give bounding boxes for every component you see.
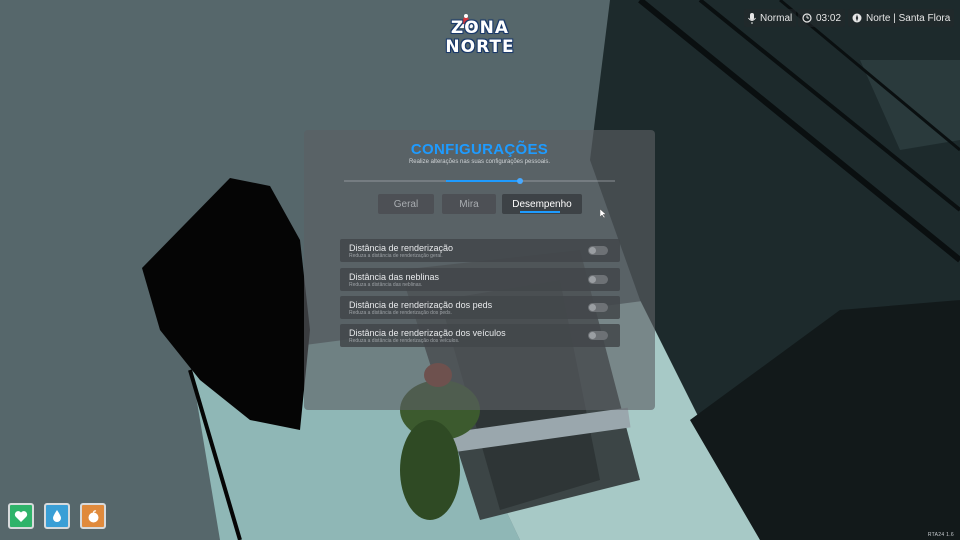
peds-distance-toggle[interactable] [588, 303, 608, 312]
render-distance-toggle[interactable] [588, 246, 608, 255]
toggle-knob [589, 247, 596, 254]
option-render-distance: Distância de renderização Reduza a distâ… [340, 239, 620, 262]
location-indicator: Norte | Santa Flora [848, 9, 955, 27]
toggle-knob [589, 332, 596, 339]
food-icon [88, 509, 98, 522]
option-title: Distância de renderização dos veículos [349, 328, 506, 338]
option-fog-distance: Distância das neblinas Reduza a distânci… [340, 268, 620, 291]
option-vehicles-distance: Distância de renderização dos veículos R… [340, 324, 620, 347]
toggle-knob [589, 304, 596, 311]
option-peds-distance: Distância de renderização dos peds Reduz… [340, 296, 620, 319]
tab-desempenho-label: Desempenho [512, 198, 572, 210]
settings-subtitle: Realize alterações nas suas configuraçõe… [408, 159, 551, 165]
brand-line1: ZONA [450, 18, 510, 38]
slider-thumb[interactable] [517, 178, 523, 184]
thirst-status [44, 503, 70, 529]
tab-geral[interactable]: Geral [378, 194, 434, 214]
tab-desempenho[interactable]: Desempenho [502, 194, 582, 214]
mouse-cursor-icon [600, 209, 606, 218]
option-title: Distância das neblinas [349, 272, 440, 282]
microphone-icon [748, 12, 756, 24]
option-description: Reduza a distância de renderização geral… [349, 253, 443, 259]
option-description: Reduza a distância das neblinas. [349, 282, 423, 288]
settings-slider[interactable] [344, 178, 615, 184]
option-title: Distância de renderização dos peds [349, 300, 493, 310]
settings-panel: CONFIGURAÇÕES Realize alterações nas sua… [304, 130, 655, 410]
voice-indicator: Normal [744, 9, 797, 27]
compass-icon [852, 13, 862, 23]
heart-icon [14, 510, 28, 522]
slider-fill [446, 180, 518, 182]
vehicles-distance-toggle[interactable] [588, 331, 608, 340]
tab-mira[interactable]: Mira [442, 194, 496, 214]
health-status [8, 503, 34, 529]
option-title: Distância de renderização [349, 243, 454, 253]
toggle-knob [589, 276, 596, 283]
fog-distance-toggle[interactable] [588, 275, 608, 284]
settings-title: CONFIGURAÇÕES [410, 141, 549, 158]
brand-logo: ZONA NORTE [440, 14, 520, 58]
brand-line2: NORTE [445, 37, 515, 57]
voice-mode-label: Normal [760, 12, 793, 24]
clock-indicator: 03:02 [798, 9, 846, 27]
active-tab-indicator [520, 211, 560, 213]
version-label: RTA24 1.6 [927, 532, 954, 538]
option-description: Reduza a distância de renderização dos v… [349, 338, 460, 344]
hunger-status [80, 503, 106, 529]
clock-time: 03:02 [816, 12, 842, 24]
clock-icon [802, 13, 812, 23]
location-label: Norte | Santa Flora [866, 12, 951, 24]
option-description: Reduza a distância de renderização dos p… [349, 310, 452, 316]
water-drop-icon [53, 510, 61, 522]
